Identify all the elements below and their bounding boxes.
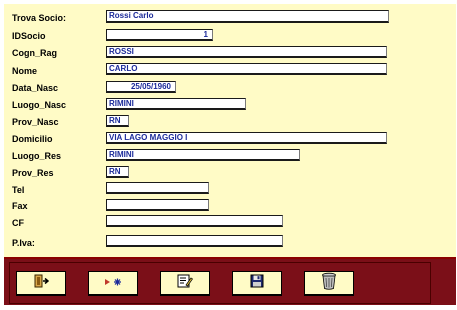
piva-field[interactable] [106, 235, 283, 247]
new-record-button[interactable] [88, 271, 138, 296]
nome-label: Nome [12, 66, 38, 76]
cf-label: CF [12, 218, 24, 228]
domicilio-field[interactable]: VIA LAGO MAGGIO I [106, 132, 387, 144]
save-disk-icon [250, 274, 264, 293]
exit-button[interactable] [16, 271, 66, 296]
id-socio-label: IDSocio [12, 31, 46, 41]
id-socio-field[interactable]: 1 [106, 29, 213, 41]
trash-bin-icon [321, 272, 337, 295]
data-nasc-field[interactable]: 25/05/1960 [106, 81, 176, 93]
data-nasc-label: Data_Nasc [12, 83, 59, 93]
edit-record-button[interactable] [160, 271, 210, 296]
luogo-res-label: Luogo_Res [12, 151, 62, 161]
cogn-rag-field[interactable]: ROSSI [106, 46, 387, 58]
fax-label: Fax [12, 201, 28, 211]
piva-label: P.Iva: [12, 238, 35, 248]
cf-field[interactable] [106, 215, 283, 227]
save-button[interactable] [232, 271, 282, 296]
trova-socio-label: Trova Socio: [12, 13, 67, 23]
prov-nasc-field[interactable]: RN [106, 115, 129, 127]
cogn-rag-label: Cogn_Rag [12, 48, 57, 58]
delete-button[interactable] [304, 271, 354, 296]
luogo-nasc-field[interactable]: RIMINI [106, 98, 246, 110]
domicilio-label: Domicilio [12, 134, 53, 144]
luogo-nasc-label: Luogo_Nasc [12, 100, 67, 110]
new-record-icon [104, 274, 122, 292]
trova-socio-field[interactable]: Rossi Carlo [106, 10, 389, 23]
fax-field[interactable] [106, 199, 209, 211]
prov-res-field[interactable]: RN [106, 166, 129, 178]
member-form: Trova Socio: Rossi Carlo IDSocio 1 Cogn_… [4, 4, 456, 257]
toolbar-frame [9, 262, 431, 304]
prov-nasc-label: Prov_Nasc [12, 117, 59, 127]
edit-record-icon [177, 274, 193, 293]
tel-field[interactable] [106, 182, 209, 194]
nome-field[interactable]: CARLO [106, 63, 387, 75]
prov-res-label: Prov_Res [12, 168, 54, 178]
exit-door-icon [33, 274, 50, 293]
tel-label: Tel [12, 185, 25, 195]
luogo-res-field[interactable]: RIMINI [106, 149, 300, 161]
record-toolbar [4, 259, 456, 305]
